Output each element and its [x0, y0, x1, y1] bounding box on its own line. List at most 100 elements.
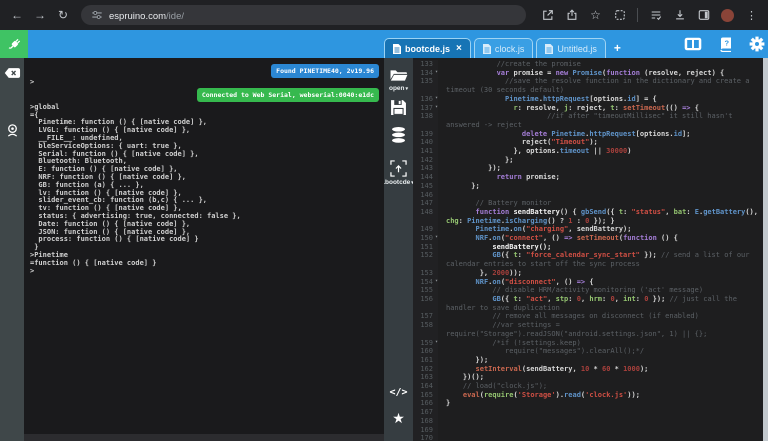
console-prompt: > — [30, 78, 35, 86]
share-icon[interactable] — [565, 9, 578, 22]
tab-label: clock.js — [494, 43, 525, 54]
tab-label: Untitled.js — [557, 43, 597, 54]
reload-icon[interactable]: ↻ — [56, 8, 70, 22]
code-line: 156 GB({ t: "act", stp: 0, hrm: 0, int: … — [413, 294, 768, 313]
line-number: 169 — [413, 425, 438, 435]
menu-dots-icon[interactable]: ⋮ — [745, 9, 758, 22]
extension-icon[interactable] — [613, 9, 626, 22]
line-number: 141 — [413, 147, 438, 156]
code-editor[interactable]: 133 //create the promise 134 ▾ var promise… — [413, 58, 768, 441]
code-line: 134 ▾ var promise = new Promise(function … — [413, 68, 768, 78]
line-number: 158 — [413, 321, 438, 339]
console-hscrollbar[interactable] — [24, 434, 384, 441]
tab-untitled[interactable]: Untitled.js — [536, 38, 606, 58]
line-number: 150 ▾ — [413, 234, 438, 243]
console-line: } — [30, 243, 39, 252]
fold-marker[interactable]: ▾ — [435, 95, 438, 101]
open-folder-icon[interactable] — [389, 68, 408, 83]
badge-row: Connected to Web Serial, webserial:0040:… — [30, 87, 384, 102]
ide-header: bootcde.js × clock.js Untitled.js + ? — [0, 30, 768, 58]
new-tab-button[interactable]: + — [614, 41, 621, 55]
header-icons: ? — [684, 30, 765, 58]
line-number: 144 — [413, 173, 438, 182]
fold-marker[interactable]: ▾ — [435, 235, 438, 240]
line-number: 139 — [413, 129, 438, 139]
webcam-icon[interactable] — [5, 123, 20, 138]
middle-toolbar: open▾ .bootcde▾ </> ★ — [383, 58, 414, 441]
split-view-icon[interactable] — [684, 37, 702, 51]
code-line: 166} — [413, 399, 768, 409]
storage-icon[interactable] — [390, 126, 407, 145]
line-number: 145 — [413, 181, 438, 191]
tab-close-icon[interactable]: × — [456, 43, 462, 54]
line-number: 160 — [413, 347, 438, 356]
main-area: Found PINETIME40, 2v19.96 > Connected to… — [0, 58, 768, 441]
reading-list-icon[interactable] — [649, 9, 662, 22]
fold-marker[interactable]: ▾ — [435, 104, 438, 110]
code-line: 136 ▾ Pinetime.httpRequest[options.id] = … — [413, 94, 768, 104]
tab-clock[interactable]: clock.js — [473, 38, 534, 58]
line-number: 137 ▾ — [413, 103, 438, 113]
code-line: 167 — [413, 408, 768, 417]
code-line: 168 — [413, 416, 768, 426]
terminal-console[interactable]: Found PINETIME40, 2v19.96 > Connected to… — [24, 58, 384, 441]
file-icon — [545, 43, 554, 54]
fold-marker[interactable]: ▾ — [435, 278, 438, 284]
settings-gear-icon[interactable] — [749, 36, 765, 52]
connect-plug-icon — [6, 36, 23, 53]
line-number: 143 — [413, 164, 438, 174]
code-line: 145 }; — [413, 181, 768, 191]
code-line: 138 //if after "timeoutMillisec" it stil… — [413, 112, 768, 130]
side-panel-icon[interactable] — [697, 9, 710, 22]
bookmark-star-icon[interactable]: ☆ — [589, 8, 602, 22]
line-number: 166 — [413, 399, 438, 409]
code-line: 169 — [413, 425, 768, 435]
disconnect-icon[interactable] — [4, 67, 21, 79]
code-line: 170 — [413, 434, 768, 441]
open-label[interactable]: open ▾ — [389, 85, 408, 92]
line-number: 157 — [413, 312, 438, 322]
site-info-icon[interactable] — [91, 9, 103, 21]
tab-label: bootcde.js — [405, 43, 451, 54]
url-host: espruino.com — [109, 11, 167, 22]
code-lines[interactable]: 133 //create the promise 134 ▾ var promise… — [413, 58, 768, 441]
code-line: 160 require("messages").clearAll();*/ — [413, 347, 768, 356]
forward-icon[interactable]: → — [33, 8, 47, 22]
code-line: 147 // Battery monitor — [413, 199, 768, 208]
flash-chip-icon[interactable] — [390, 160, 407, 177]
line-number: 168 — [413, 416, 438, 426]
profile-avatar[interactable] — [721, 8, 734, 22]
tab-bootcde[interactable]: bootcde.js × — [384, 38, 471, 58]
help-book-icon[interactable]: ? — [719, 37, 732, 52]
code-line: 133 //create the promise — [413, 60, 768, 69]
back-icon[interactable]: ← — [10, 8, 24, 22]
file-icon — [482, 43, 491, 54]
connect-button[interactable] — [0, 30, 28, 58]
save-icon[interactable] — [390, 99, 407, 116]
line-number: 152 — [413, 251, 438, 269]
left-icon-strip — [0, 58, 24, 441]
address-bar[interactable]: espruino.com/ide/ — [81, 5, 526, 25]
line-number: 154 ▾ — [413, 277, 438, 287]
browser-toolbar: ← → ↻ espruino.com/ide/ ☆ ⋮ — [0, 0, 768, 30]
editor-vscrollbar[interactable] — [763, 58, 768, 441]
console-line: process: function () { [native code] } — [30, 235, 199, 244]
console-lines: >global ={ Pinetime: function () { [nativ… — [30, 103, 384, 276]
download-icon[interactable] — [673, 9, 686, 22]
code-line: 146 — [413, 190, 768, 200]
url-path: /ide/ — [166, 11, 184, 22]
file-tabs: bootcde.js × clock.js Untitled.js + — [384, 38, 621, 58]
code-line: 164 // load("clock.js"); — [413, 382, 768, 391]
flash-target-label[interactable]: .bootcde▾ — [383, 179, 414, 186]
fold-marker[interactable]: ▾ — [435, 69, 438, 75]
line-number: 155 — [413, 286, 438, 295]
line-number: 138 — [413, 112, 438, 130]
fold-marker[interactable]: ▾ — [435, 339, 438, 345]
url-text: espruino.com/ide/ — [109, 6, 184, 24]
code-line: 143 }); — [413, 164, 768, 174]
open-in-new-icon[interactable] — [541, 9, 554, 22]
star-icon[interactable]: ★ — [392, 411, 405, 425]
line-number: 165 — [413, 390, 438, 400]
code-editor-icon[interactable]: </> — [389, 387, 407, 398]
code-line: 165 eval(require('Storage').read('clock.… — [413, 390, 768, 400]
